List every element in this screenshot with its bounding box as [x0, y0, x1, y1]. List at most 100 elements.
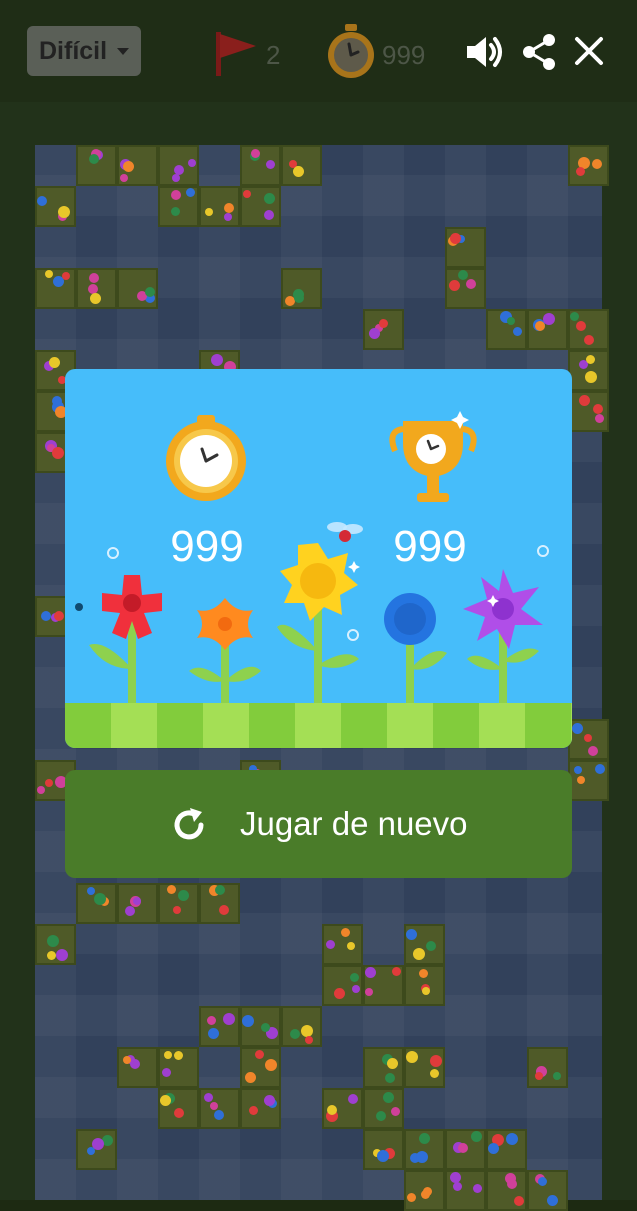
revealed-tile	[486, 309, 527, 350]
revealed-tile	[404, 924, 445, 965]
tile-flower-icon	[458, 270, 468, 280]
tile-flower-icon	[593, 404, 603, 414]
revealed-tile	[363, 965, 404, 1006]
tile-flower-icon	[251, 149, 260, 158]
tile-flower-icon	[543, 313, 555, 325]
tile-flower-icon	[547, 1195, 558, 1206]
tile-flower-icon	[58, 206, 70, 218]
tile-flower-icon	[52, 447, 64, 459]
tile-flower-icon	[572, 723, 583, 734]
tile-flower-icon	[365, 967, 376, 978]
tile-flower-icon	[577, 776, 585, 784]
play-again-label: Jugar de nuevo	[240, 805, 468, 842]
tile-flower-icon	[341, 928, 350, 937]
tile-flower-icon	[174, 1108, 184, 1118]
revealed-tile	[322, 965, 363, 1006]
close-icon[interactable]	[574, 36, 604, 66]
tile-flower-icon	[224, 203, 234, 213]
speaker-icon[interactable]	[464, 32, 506, 72]
purple-flower	[463, 569, 543, 649]
tile-flower-icon	[595, 414, 604, 423]
revealed-tile	[281, 268, 322, 309]
revealed-tile	[363, 309, 404, 350]
tile-flower-icon	[264, 1095, 275, 1106]
tile-flower-icon	[421, 1190, 430, 1199]
tile-flower-icon	[56, 949, 68, 961]
tile-flower-icon	[473, 1184, 482, 1193]
grass-strip	[65, 703, 572, 748]
tile-flower-icon	[92, 1138, 104, 1150]
revealed-tile	[76, 145, 117, 186]
tile-flower-icon	[466, 279, 476, 289]
tile-flower-icon	[211, 354, 223, 366]
revealed-tile	[404, 1047, 445, 1088]
tile-flower-icon	[507, 317, 515, 325]
revealed-tile	[527, 1170, 568, 1211]
revealed-tile	[568, 719, 609, 760]
tile-flower-icon	[327, 1105, 337, 1115]
time-score: 999	[170, 522, 244, 571]
tile-flower-icon	[52, 396, 62, 406]
tile-flower-icon	[585, 371, 597, 383]
tile-flower-icon	[377, 1150, 389, 1162]
tile-flower-icon	[350, 973, 359, 982]
revealed-tile	[363, 1088, 404, 1129]
tile-flower-icon	[553, 1072, 561, 1080]
tile-flower-icon	[164, 1051, 172, 1059]
revealed-tile	[35, 186, 76, 227]
tile-flower-icon	[584, 734, 592, 742]
tile-flower-icon	[215, 885, 225, 895]
revealed-tile	[240, 1006, 281, 1047]
tile-flower-icon	[514, 1196, 524, 1206]
revealed-tile	[76, 268, 117, 309]
flag-counter: 2	[266, 40, 281, 70]
tile-flower-icon	[174, 165, 184, 175]
tile-flower-icon	[430, 1055, 442, 1067]
revealed-tile	[445, 227, 486, 268]
tile-flower-icon	[430, 1069, 439, 1078]
tile-flower-icon	[167, 885, 176, 894]
tile-flower-icon	[45, 779, 53, 787]
tile-flower-icon	[576, 321, 586, 331]
tile-flower-icon	[376, 1111, 386, 1121]
tile-flower-icon	[406, 929, 417, 940]
tile-flower-icon	[49, 357, 60, 368]
revealed-tile	[486, 1129, 527, 1170]
revealed-tile	[568, 760, 609, 801]
blue-flower	[384, 593, 436, 645]
result-card	[65, 369, 572, 748]
tile-flower-icon	[62, 272, 70, 280]
tile-flower-icon	[208, 1028, 219, 1039]
tile-flower-icon	[416, 1151, 428, 1163]
tile-flower-icon	[123, 1056, 131, 1064]
share-icon[interactable]	[520, 32, 558, 72]
revealed-tile	[445, 1170, 486, 1211]
difficulty-dropdown[interactable]: Difícil	[27, 26, 141, 76]
tile-flower-icon	[419, 969, 428, 978]
tile-flower-icon	[265, 1059, 277, 1071]
stopwatch-icon	[166, 415, 246, 501]
tile-flower-icon	[224, 213, 232, 221]
tile-flower-icon	[162, 1068, 171, 1077]
flag-icon	[216, 32, 256, 76]
tile-flower-icon	[592, 159, 602, 169]
tile-flower-icon	[47, 951, 56, 960]
tile-flower-icon	[576, 167, 585, 176]
tile-flower-icon	[513, 327, 522, 336]
orange-flower	[197, 598, 253, 650]
tile-flower-icon	[87, 887, 95, 895]
tile-flower-icon	[219, 905, 229, 915]
revealed-tile	[117, 268, 158, 309]
tile-flower-icon	[223, 1013, 235, 1025]
tile-flower-icon	[264, 193, 275, 204]
revealed-tile	[322, 924, 363, 965]
tile-flower-icon	[471, 1131, 482, 1142]
tile-flower-icon	[595, 764, 605, 774]
tile-flower-icon	[574, 766, 582, 774]
tile-flower-icon	[450, 233, 461, 244]
revealed-tile	[281, 1006, 322, 1047]
tile-flower-icon	[584, 335, 594, 345]
revealed-tile	[158, 145, 199, 186]
revealed-tile	[76, 1129, 117, 1170]
tile-flower-icon	[210, 1102, 218, 1110]
